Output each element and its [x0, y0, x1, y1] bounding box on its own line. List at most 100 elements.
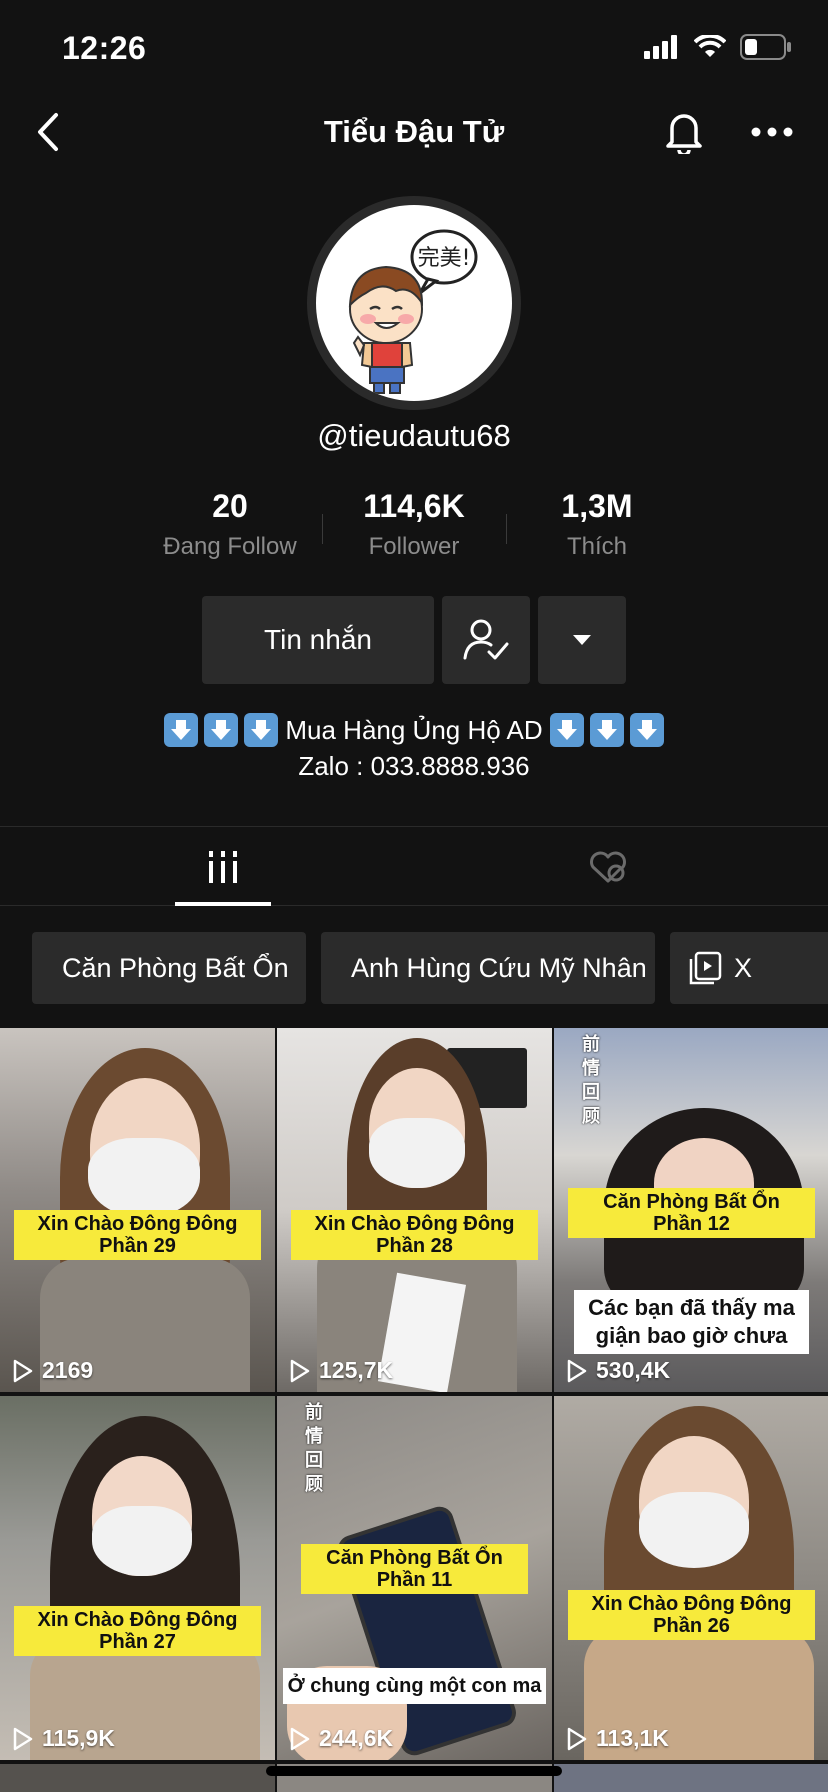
stat-following-label: Đang Follow	[163, 533, 297, 560]
more-dots-icon	[751, 127, 793, 137]
active-tab-indicator	[175, 902, 271, 906]
caption-part: Phần 29	[99, 1235, 176, 1257]
play-icon	[13, 1727, 33, 1750]
profile-stats: 20 Đang Follow 114,6K Follower 1,3M Thíc…	[0, 488, 828, 568]
bio-text: Mua Hàng Ủng Hộ AD	[285, 715, 543, 745]
battery-icon	[740, 34, 791, 60]
video-caption: Xin Chào Đông Đông Phần 29	[14, 1210, 261, 1260]
bio-arrow-emojis-left	[163, 713, 279, 747]
view-count: 113,1K	[566, 1725, 669, 1752]
stat-followers-label: Follower	[368, 533, 460, 560]
view-count-text: 115,9K	[42, 1725, 115, 1751]
stat-followers[interactable]: 114,6K Follower	[322, 488, 506, 561]
video-thumbnail[interactable]: 前情回顾 Căn Phòng Bất Ổn Phần 12 Các bạn đã…	[554, 1028, 828, 1392]
view-count-text: 530,4K	[596, 1357, 671, 1383]
tab-videos[interactable]	[175, 827, 271, 907]
avatar[interactable]: 完美!	[307, 196, 521, 410]
video-caption: Xin Chào Đông Đông Phần 26	[568, 1590, 815, 1640]
status-icons	[644, 34, 792, 60]
video-caption: Căn Phòng Bất Ổn Phần 11	[301, 1544, 528, 1594]
message-button[interactable]: Tin nhắn	[202, 596, 434, 684]
stat-likes[interactable]: 1,3M Thích	[505, 488, 689, 561]
caret-down-icon	[573, 635, 591, 645]
stat-following[interactable]: 20 Đang Follow	[138, 488, 322, 561]
status-bar: 12:26	[0, 0, 828, 96]
view-count: 125,7K	[289, 1357, 393, 1384]
video-thumbnail[interactable]	[554, 1764, 828, 1792]
caption-title: Xin Chào Đông Đông	[591, 1593, 792, 1615]
down-arrow-icon	[204, 713, 239, 747]
play-icon	[290, 1727, 310, 1750]
thumbnail-image	[554, 1764, 828, 1792]
down-arrow-icon	[549, 713, 584, 747]
bio-arrow-emojis-right	[549, 713, 665, 747]
side-text: 前情回顾	[305, 1402, 323, 1494]
bio: Mua Hàng Ủng Hộ AD Zalo : 033.8888.936	[0, 712, 828, 784]
playlist-chip[interactable]: X	[670, 932, 828, 1004]
bio-line-1: Mua Hàng Ủng Hộ AD	[0, 712, 828, 748]
username: @tieudautu68	[317, 418, 511, 453]
caption-part: Phần 12	[653, 1213, 730, 1235]
playlist-chips: Căn Phòng Bất Ổn Anh Hùng Cứu Mỹ Nhân X	[32, 932, 828, 1004]
playlist-label: Anh Hùng Cứu Mỹ Nhân	[351, 952, 647, 983]
video-caption: Xin Chào Đông Đông Phần 28	[291, 1210, 538, 1260]
profile-tabs	[0, 826, 828, 906]
down-arrow-icon	[244, 713, 279, 747]
notification-button[interactable]	[660, 108, 708, 156]
stat-followers-value: 114,6K	[363, 488, 465, 524]
avatar-image: 完美!	[316, 205, 512, 401]
video-subcaption: Ở chung cùng một con ma	[283, 1668, 546, 1704]
home-indicator[interactable]	[266, 1766, 562, 1776]
tab-liked-videos[interactable]	[560, 827, 656, 907]
bio-contact: Zalo : 033.8888.936	[298, 751, 530, 781]
thumbnail-figure	[88, 1138, 200, 1218]
user-check-icon	[463, 619, 509, 660]
stat-following-value: 20	[212, 488, 248, 524]
caption-part: Phần 11	[376, 1569, 453, 1591]
video-thumbnail[interactable]: Xin Chào Đông Đông Phần 26 113,1K	[554, 1396, 828, 1760]
down-arrow-icon	[589, 713, 624, 747]
view-count-text: 2169	[42, 1357, 94, 1383]
view-count: 530,4K	[566, 1357, 670, 1384]
caption-title: Xin Chào Đông Đông	[37, 1609, 238, 1631]
stat-likes-value: 1,3M	[561, 488, 633, 524]
caption-title: Căn Phòng Bất Ổn	[603, 1191, 780, 1213]
cartoon-boy-avatar: 完美!	[348, 229, 478, 394]
view-count: 115,9K	[12, 1725, 115, 1752]
suggested-accounts-button[interactable]	[538, 596, 626, 684]
thumbnail-image	[0, 1764, 275, 1792]
wifi-icon	[694, 35, 726, 57]
playlist-label: Căn Phòng Bất Ổn	[62, 952, 289, 983]
play-icon	[567, 1359, 587, 1382]
thumbnail-figure	[369, 1118, 465, 1188]
status-time: 12:26	[62, 30, 147, 66]
more-options-button[interactable]	[748, 110, 796, 154]
nav-bar: Tiểu Đậu Tử	[0, 96, 828, 168]
caption-part: Phần 28	[376, 1235, 453, 1257]
play-icon	[290, 1359, 310, 1382]
caption-title: Căn Phòng Bất Ổn	[326, 1547, 503, 1569]
video-grid-icon	[209, 851, 237, 883]
signal-icon	[644, 35, 677, 59]
playlist-chip[interactable]: Anh Hùng Cứu Mỹ Nhân	[321, 932, 655, 1004]
view-count-text: 113,1K	[596, 1725, 669, 1751]
view-count: 2169	[12, 1357, 93, 1384]
caption-title: Xin Chào Đông Đông	[314, 1213, 515, 1235]
playlist-icon	[689, 951, 722, 985]
video-caption: Xin Chào Đông Đông Phần 27	[14, 1606, 261, 1656]
video-subcaption: Các bạn đã thấy ma giận bao giờ chưa	[574, 1290, 809, 1354]
caption-part: Phần 27	[99, 1631, 176, 1653]
video-thumbnail[interactable]	[0, 1764, 275, 1792]
thumbnail-figure	[639, 1492, 749, 1568]
following-status-button[interactable]	[442, 596, 530, 684]
video-thumbnail[interactable]: 前情回顾 Căn Phòng Bất Ổn Phần 11 Ở chung cù…	[277, 1396, 552, 1760]
stat-likes-label: Thích	[566, 533, 628, 560]
video-thumbnail[interactable]: Xin Chào Đông Đông Phần 28 125,7K	[277, 1028, 552, 1392]
video-thumbnail[interactable]: Xin Chào Đông Đông Phần 27 115,9K	[0, 1396, 275, 1760]
view-count-text: 125,7K	[319, 1357, 394, 1383]
playlist-chip[interactable]: Căn Phòng Bất Ổn	[32, 932, 306, 1004]
bell-icon	[666, 114, 702, 154]
side-text: 前情回顾	[582, 1034, 600, 1126]
video-thumbnail[interactable]: Xin Chào Đông Đông Phần 29 2169	[0, 1028, 275, 1392]
down-arrow-icon	[164, 713, 199, 747]
